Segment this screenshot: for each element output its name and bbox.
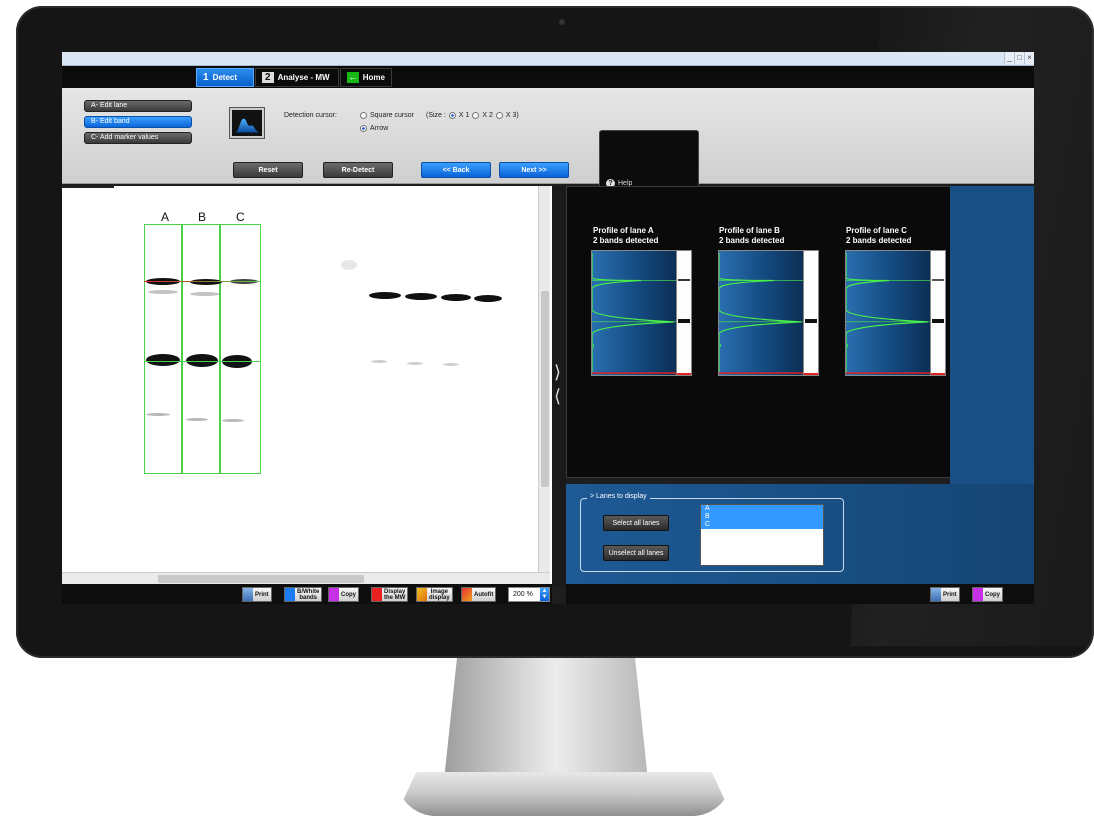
image-display-icon: [417, 588, 427, 601]
band-c3: [222, 419, 244, 422]
display-mw-icon: [372, 588, 382, 601]
detected-band-line-1: [144, 281, 261, 282]
image-display-button[interactable]: Image display: [416, 587, 453, 602]
autofit-button[interactable]: Autofit: [461, 587, 497, 602]
marker-band-1: [369, 292, 401, 299]
marker-band-3: [441, 294, 471, 301]
minimize-icon[interactable]: _: [1004, 52, 1014, 64]
detection-cursor-label: Detection cursor:: [284, 112, 337, 119]
arrow-cursor-option[interactable]: Arrow: [360, 125, 388, 132]
marker-band-4: [474, 295, 502, 302]
lane-box-a[interactable]: [144, 224, 182, 474]
square-cursor-radio[interactable]: [360, 112, 367, 119]
zoom-level-input[interactable]: 200 % ▲ ▼: [508, 587, 550, 602]
horizontal-scroll-thumb[interactable]: [158, 575, 364, 583]
gel-bottom-toolbar: Print B/White bands Copy Display the MW Im…: [62, 584, 552, 604]
tab-detect[interactable]: 1 Detect: [196, 68, 254, 87]
lane-box-c[interactable]: [220, 224, 261, 474]
size-x1-radio[interactable]: [448, 112, 456, 119]
restore-icon[interactable]: □: [1014, 52, 1024, 64]
next-button[interactable]: Next >>: [499, 162, 569, 178]
lane-label-b: B: [198, 210, 207, 224]
tab-home[interactable]: ← Home: [340, 68, 392, 87]
printer-icon: [243, 588, 253, 601]
tab-analyse-mw[interactable]: 2 Analyse - MW: [255, 68, 339, 87]
select-all-lanes-button[interactable]: Select all lanes: [603, 515, 669, 531]
profile-bottom-toolbar: Print Copy: [566, 584, 1034, 604]
collapse-right-icon[interactable]: ⟩: [554, 362, 561, 383]
bw-bands-button[interactable]: B/White bands: [284, 587, 323, 602]
band-b1-faint: [190, 292, 220, 296]
workflow-tabs: 1 Detect 2 Analyse - MW ← Home: [62, 66, 1034, 88]
copy-icon: [973, 588, 983, 601]
arrow-cursor-radio[interactable]: [360, 125, 367, 132]
back-button[interactable]: << Back: [421, 162, 491, 178]
application-window: _ □ × 1 Detect 2 Analyse - MW ← Home A- …: [62, 52, 1034, 604]
marker-faint-3: [443, 363, 459, 366]
unselect-all-lanes-button[interactable]: Unselect all lanes: [603, 545, 669, 561]
profile-print-button[interactable]: Print: [930, 587, 960, 602]
profile-b-heading: Profile of lane B 2 bands detected: [719, 226, 785, 245]
gel-image-view[interactable]: [62, 186, 552, 586]
printer-icon: [931, 588, 941, 601]
square-cursor-option[interactable]: Square cursor: [360, 112, 414, 119]
webcam: [559, 19, 565, 25]
lanes-list[interactable]: A B C: [700, 504, 824, 566]
lanes-list-item-a[interactable]: A: [701, 505, 823, 513]
close-icon[interactable]: ×: [1024, 52, 1034, 64]
detected-band-line-2: [144, 361, 261, 362]
copy-icon: [329, 588, 339, 601]
marker-faint-2: [407, 362, 423, 365]
monitor-stand: [444, 658, 648, 778]
home-arrow-icon: ←: [347, 72, 359, 83]
lane-b-strip: [803, 250, 819, 376]
monitor-base: [396, 772, 732, 816]
bw-bands-icon: [285, 588, 295, 601]
autofit-icon: [462, 588, 472, 601]
gel-vertical-scrollbar[interactable]: [538, 186, 550, 572]
redetect-button[interactable]: Re-Detect: [323, 162, 393, 178]
profiles-side-strip: [950, 186, 1034, 484]
profile-a-graph[interactable]: [591, 250, 677, 376]
add-marker-values-button[interactable]: C- Add marker values: [84, 132, 192, 144]
marker-well: [341, 260, 357, 270]
window-titlebar: _ □ ×: [62, 52, 1034, 66]
display-mw-button[interactable]: Display the MW: [371, 587, 409, 602]
lanes-list-item-c[interactable]: C: [701, 521, 823, 529]
lane-box-b[interactable]: [182, 224, 220, 474]
cursor-size-group: (Size : X 1 X 2 X 3): [426, 112, 519, 119]
marker-band-2: [405, 293, 437, 300]
band-b1: [190, 279, 222, 285]
size-x2-radio[interactable]: [472, 112, 480, 119]
lanes-list-item-b[interactable]: B: [701, 513, 823, 521]
band-a1-faint: [148, 290, 178, 294]
edit-lane-button[interactable]: A- Edit lane: [84, 100, 192, 112]
panel-top-edge: [62, 186, 114, 188]
profile-c-graph[interactable]: [845, 250, 931, 376]
band-a3: [146, 413, 170, 416]
lane-label-a: A: [161, 210, 170, 224]
band-a2: [146, 354, 180, 366]
collapse-left-icon[interactable]: ⟨: [554, 386, 561, 407]
size-x3-radio[interactable]: [495, 112, 503, 119]
panel-splitter[interactable]: ⟩ ⟨: [552, 186, 566, 586]
profile-a-heading: Profile of lane A 2 bands detected: [593, 226, 659, 245]
desktop-scene: _ □ × 1 Detect 2 Analyse - MW ← Home A- …: [0, 0, 1094, 818]
detection-profile-icon: [230, 108, 264, 138]
lane-a-strip: [676, 250, 692, 376]
print-button[interactable]: Print: [242, 587, 272, 602]
profile-c-heading: Profile of lane C 2 bands detected: [846, 226, 912, 245]
copy-button[interactable]: Copy: [328, 587, 359, 602]
profile-b-graph[interactable]: [718, 250, 804, 376]
profile-copy-button[interactable]: Copy: [972, 587, 1003, 602]
lane-c-strip: [930, 250, 946, 376]
vertical-scroll-thumb[interactable]: [541, 291, 549, 487]
lane-label-c: C: [236, 210, 245, 224]
reset-button[interactable]: Reset: [233, 162, 303, 178]
edit-band-button[interactable]: B- Edit band: [84, 116, 192, 128]
band-b3: [186, 418, 208, 421]
gel-horizontal-scrollbar[interactable]: [62, 572, 550, 584]
zoom-stepper-icon[interactable]: ▲ ▼: [540, 588, 549, 601]
marker-faint-1: [371, 360, 387, 363]
